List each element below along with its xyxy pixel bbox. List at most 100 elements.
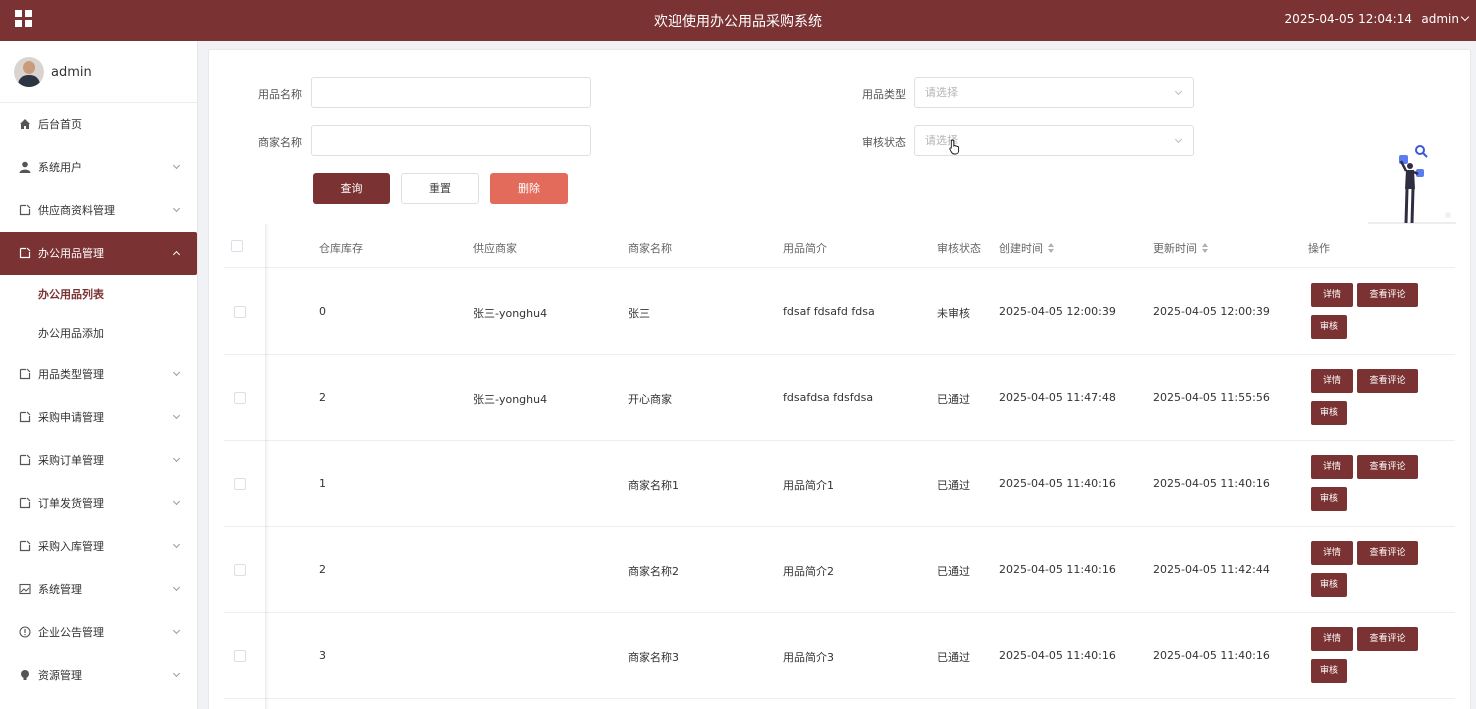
sidebar-item-label: 采购入库管理 [38, 540, 104, 553]
name-label: 用品名称 [258, 88, 302, 101]
col-created-label: 创建时间 [999, 242, 1043, 255]
col-updated[interactable]: 更新时间 [1153, 240, 1210, 256]
detail-button[interactable]: 详情 [1311, 541, 1353, 565]
sidebar-item-category[interactable]: 用品类型管理 [0, 353, 197, 396]
chevron-down-icon [1174, 87, 1183, 96]
search-person-illustration [1368, 145, 1456, 224]
cell-created: 2025-04-05 11:40:16 [999, 563, 1116, 576]
chevron-down-icon [172, 626, 181, 635]
audit-button[interactable]: 审核 [1311, 401, 1347, 425]
row-checkbox[interactable] [234, 392, 246, 404]
sidebar-menu: 后台首页 系统用户 供应商资料管理 办公用品管理 办公用品列表 办公用品添加 用… [0, 103, 197, 697]
sidebar-item-purchase-order[interactable]: 采购订单管理 [0, 439, 197, 482]
detail-button[interactable]: 详情 [1311, 283, 1353, 307]
sort-icon[interactable] [1048, 243, 1056, 253]
user-dropdown[interactable]: admin [1421, 12, 1470, 26]
cell-supplier: 张三-yonghu4 [473, 307, 548, 320]
select-all-checkbox[interactable] [231, 240, 243, 252]
row-checkbox[interactable] [234, 564, 246, 576]
cell-intro: fdsafdsa fdsfdsa [783, 391, 874, 404]
col-actions: 操作 [1308, 242, 1330, 255]
view-comments-button[interactable]: 查看评论 [1357, 455, 1418, 479]
row-checkbox[interactable] [234, 478, 246, 490]
sidebar-subitem-add[interactable]: 办公用品添加 [0, 314, 197, 353]
cell-stock: 2 [319, 391, 326, 404]
sidebar-item-home[interactable]: 后台首页 [0, 103, 197, 146]
col-updated-label: 更新时间 [1153, 242, 1197, 255]
sidebar-item-system-users[interactable]: 系统用户 [0, 146, 197, 189]
sidebar-item-label: 企业公告管理 [38, 626, 104, 639]
sidebar-item-office-supplies[interactable]: 办公用品管理 [0, 232, 197, 275]
sidebar-item-shipping[interactable]: 订单发货管理 [0, 482, 197, 525]
cell-status: 已通过 [937, 393, 970, 406]
sidebar: admin 后台首页 系统用户 供应商资料管理 办公用品管理 办公用品列表 办公… [0, 41, 198, 709]
sort-icon[interactable] [1202, 243, 1210, 253]
header-datetime: 2025-04-05 12:04:14 [1284, 12, 1412, 26]
reset-button[interactable]: 重置 [401, 173, 479, 204]
chevron-down-icon [172, 583, 181, 592]
audit-button[interactable]: 审核 [1311, 659, 1347, 683]
detail-button[interactable]: 详情 [1311, 455, 1353, 479]
chevron-down-icon [172, 669, 181, 678]
audit-button[interactable]: 审核 [1311, 573, 1347, 597]
chevron-down-icon [172, 540, 181, 549]
view-comments-button[interactable]: 查看评论 [1357, 369, 1418, 393]
cell-intro: fdsaf fdsafd fdsa [783, 305, 875, 318]
col-stock: 仓库库存 [319, 242, 363, 255]
cell-stock: 0 [319, 305, 326, 318]
table-row: 1 商家名称1 用品简介1 已通过 2025-04-05 11:40:16 20… [224, 441, 1455, 527]
detail-button[interactable]: 详情 [1311, 627, 1353, 651]
name-input[interactable] [311, 77, 591, 108]
chevron-down-icon [172, 411, 181, 420]
doc-icon [19, 247, 31, 259]
chevron-down-icon [172, 161, 181, 170]
hand-cursor-icon [949, 139, 960, 155]
delete-button[interactable]: 删除 [490, 173, 568, 204]
doc-icon [19, 497, 31, 509]
cell-created: 2025-04-05 12:00:39 [999, 305, 1116, 318]
sidebar-item-purchase-request[interactable]: 采购申请管理 [0, 396, 197, 439]
cell-stock: 1 [319, 477, 326, 490]
sidebar-item-label: 后台首页 [38, 118, 82, 131]
user-icon [19, 161, 31, 173]
audit-button[interactable]: 审核 [1311, 315, 1347, 339]
sidebar-item-resources[interactable]: 资源管理 [0, 654, 197, 697]
cell-updated: 2025-04-05 11:55:56 [1153, 391, 1270, 404]
type-select[interactable]: 请选择 [914, 77, 1194, 108]
sidebar-item-label: 系统管理 [38, 583, 82, 596]
sidebar-item-supplier[interactable]: 供应商资料管理 [0, 189, 197, 232]
sidebar-item-label: 资源管理 [38, 669, 82, 682]
doc-icon [19, 411, 31, 423]
info-icon [19, 626, 31, 638]
status-label: 审核状态 [862, 136, 906, 149]
view-comments-button[interactable]: 查看评论 [1357, 541, 1418, 565]
doc-icon [19, 454, 31, 466]
doc-icon [19, 540, 31, 552]
profile-name: admin [51, 65, 92, 80]
app-title: 欢迎使用办公用品采购系统 [654, 14, 822, 30]
col-status: 审核状态 [937, 242, 981, 255]
sidebar-item-label: 采购订单管理 [38, 454, 104, 467]
cell-intro: 用品简介2 [783, 565, 834, 578]
table-row: 3 商家名称3 用品简介3 已通过 2025-04-05 11:40:16 20… [224, 613, 1455, 699]
row-checkbox[interactable] [234, 650, 246, 662]
sidebar-item-warehousing[interactable]: 采购入库管理 [0, 525, 197, 568]
sidebar-item-label: 供应商资料管理 [38, 204, 115, 217]
cell-merchant: 商家名称1 [628, 479, 679, 492]
view-comments-button[interactable]: 查看评论 [1357, 627, 1418, 651]
sidebar-subitem-list[interactable]: 办公用品列表 [0, 275, 197, 314]
view-comments-button[interactable]: 查看评论 [1357, 283, 1418, 307]
audit-button[interactable]: 审核 [1311, 487, 1347, 511]
merchant-input[interactable] [311, 125, 591, 156]
sidebar-item-announcement[interactable]: 企业公告管理 [0, 611, 197, 654]
detail-button[interactable]: 详情 [1311, 369, 1353, 393]
col-created[interactable]: 创建时间 [999, 240, 1056, 256]
col-merchant: 商家名称 [628, 242, 672, 255]
cell-supplier: 张三-yonghu4 [473, 393, 548, 406]
bulb-icon [21, 670, 29, 680]
cell-updated: 2025-04-05 11:42:44 [1153, 563, 1270, 576]
sidebar-item-system[interactable]: 系统管理 [0, 568, 197, 611]
row-checkbox[interactable] [234, 306, 246, 318]
avatar [14, 57, 44, 87]
query-button[interactable]: 查询 [313, 173, 390, 204]
